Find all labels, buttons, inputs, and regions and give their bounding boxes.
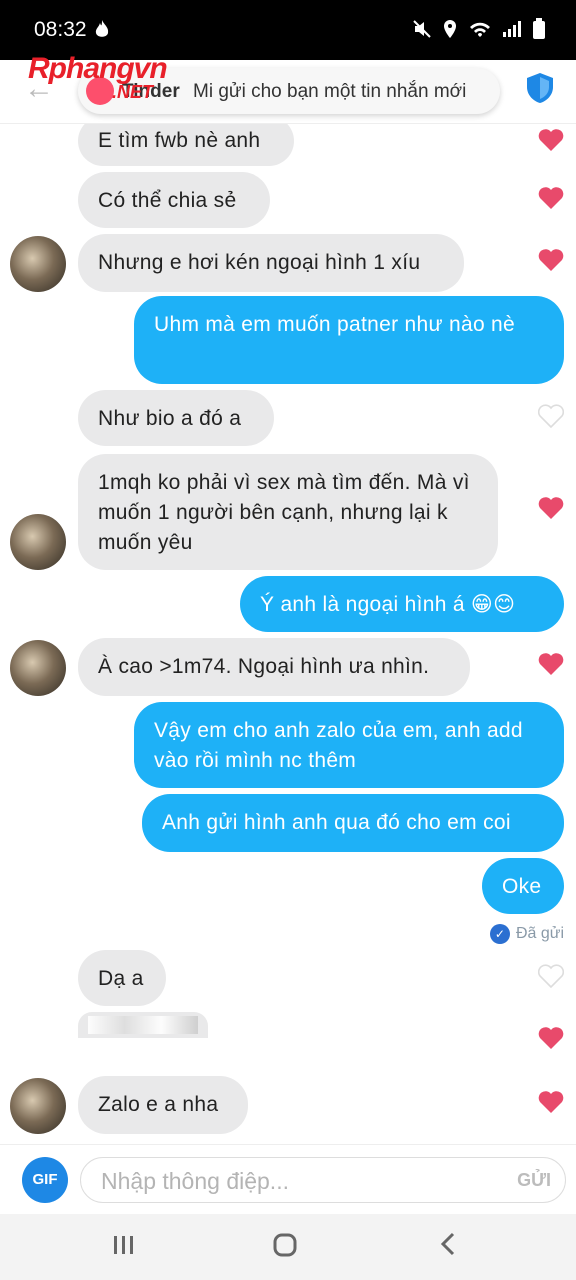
heart-icon[interactable] xyxy=(538,652,564,676)
heart-icon[interactable] xyxy=(538,496,564,520)
received-message[interactable]: Zalo e a nha xyxy=(78,1076,248,1134)
avatar[interactable] xyxy=(10,640,66,696)
heart-icon[interactable] xyxy=(538,1090,564,1114)
sent-message[interactable]: Anh gửi hình anh qua đó cho em coi xyxy=(142,794,564,852)
gif-button[interactable]: GIF xyxy=(22,1157,68,1203)
location-icon xyxy=(442,19,458,44)
heart-outline-icon[interactable] xyxy=(538,964,564,988)
heart-icon[interactable] xyxy=(538,128,564,152)
seen-label: Đã gửi xyxy=(515,925,564,942)
avatar[interactable] xyxy=(10,236,66,292)
heart-icon[interactable] xyxy=(538,248,564,272)
heart-icon[interactable] xyxy=(538,186,564,210)
heart-outline-icon[interactable] xyxy=(538,404,564,428)
status-bar: 08:32 xyxy=(0,0,576,60)
sent-message[interactable]: Ý anh là ngoại hình á 😁😊 xyxy=(240,576,564,632)
avatar[interactable] xyxy=(10,514,66,570)
received-message[interactable]: Nhưng e hơi kén ngoại hình 1 xíu xyxy=(78,234,464,292)
battery-icon xyxy=(532,18,546,45)
received-message[interactable]: Có thể chia sẻ xyxy=(78,172,270,228)
check-icon: ✓ xyxy=(489,924,510,944)
received-message[interactable]: À cao >1m74. Ngoại hình ưa nhìn. xyxy=(78,638,470,696)
sent-message[interactable]: Uhm mà em muốn patner như nào nè xyxy=(134,296,564,384)
avatar[interactable] xyxy=(10,1078,66,1134)
message-list[interactable]: E tìm fwb nè anh Có thể chia sẻ Nhưng e … xyxy=(0,124,576,1144)
message-placeholder: Nhập thông điệp... xyxy=(101,1168,289,1194)
recent-apps-icon[interactable] xyxy=(112,1232,136,1263)
send-button[interactable]: GỬI xyxy=(517,1170,551,1191)
status-time: 08:32 xyxy=(34,18,87,41)
seen-status: ✓ Đã gửi xyxy=(489,924,564,944)
message-input[interactable]: Nhập thông điệp... GỬI xyxy=(80,1157,566,1203)
flame-icon xyxy=(94,20,110,45)
received-message[interactable]: E tìm fwb nè anh xyxy=(78,124,294,166)
received-message[interactable]: Dạ a xyxy=(78,950,166,1006)
received-message[interactable]: Như bio a đó a xyxy=(78,390,274,446)
shield-icon[interactable] xyxy=(526,72,554,109)
android-nav-bar xyxy=(0,1214,576,1280)
signal-icon xyxy=(502,19,522,44)
home-icon[interactable] xyxy=(272,1232,298,1265)
status-icons xyxy=(412,18,546,45)
sent-message[interactable]: Oke xyxy=(482,858,564,914)
toast-message: Mi gửi cho bạn một tin nhắn mới xyxy=(193,81,467,102)
watermark-suffix: .NET xyxy=(112,82,154,102)
composer-bar: GIF Nhập thông điệp... GỬI xyxy=(0,1144,576,1214)
mute-icon xyxy=(412,19,432,44)
back-icon[interactable] xyxy=(438,1232,458,1263)
sent-message[interactable]: Vậy em cho anh zalo của em, anh add vào … xyxy=(134,702,564,788)
heart-icon[interactable] xyxy=(538,1026,564,1050)
received-message[interactable]: 1mqh ko phải vì sex mà tìm đến. Mà vì mu… xyxy=(78,454,498,570)
wifi-icon xyxy=(468,19,492,44)
censored-message xyxy=(78,1012,208,1038)
watermark-logo: Rphangvn xyxy=(28,52,168,85)
